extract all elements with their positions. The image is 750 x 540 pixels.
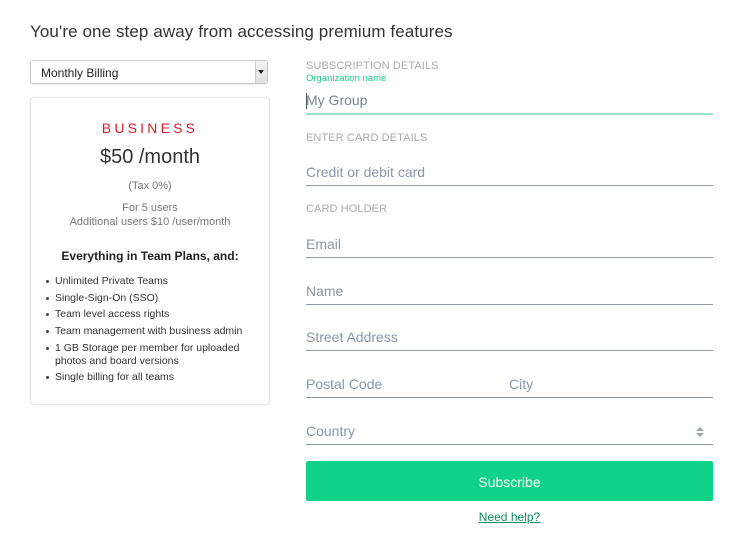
input-underline (306, 397, 713, 398)
plan-users: For 5 users Additional users $10 /user/m… (31, 201, 269, 229)
street-address-input[interactable]: Street Address (306, 329, 713, 351)
plan-price: $50 /month (99, 146, 201, 168)
postal-city-row: Postal Code City (306, 376, 713, 398)
need-help-link[interactable]: Need help? (479, 510, 540, 524)
organization-name-value: My Group (306, 92, 368, 108)
city-input[interactable]: City (509, 376, 713, 392)
bullet-icon (46, 330, 49, 334)
subscription-details-label: SUBSCRIPTION DETAILS (306, 60, 439, 72)
dropdown-arrow-button[interactable] (255, 61, 267, 83)
name-input[interactable]: Name (306, 283, 713, 305)
input-underline (306, 444, 713, 445)
country-select[interactable]: Country (306, 423, 713, 445)
bullet-icon (46, 346, 49, 350)
bullet-icon (46, 313, 49, 317)
card-holder-label: CARD HOLDER (306, 203, 388, 215)
features-heading: Everything in Team Plans, and: (61, 249, 239, 263)
page-title: You're one step away from accessing prem… (30, 22, 453, 41)
plan-name: BUSINESS (101, 120, 199, 136)
plan-users-included: For 5 users (122, 202, 178, 214)
plan-card: BUSINESS $50 /month (Tax 0%) For 5 users… (30, 97, 270, 405)
feature-item: Team level access rights (46, 308, 255, 321)
input-underline (306, 304, 713, 305)
feature-item: 1 GB Storage per member for uploaded pho… (46, 342, 255, 368)
subscribe-button[interactable]: Subscribe (306, 461, 713, 501)
organization-name-input[interactable]: My Group (306, 92, 713, 115)
input-underline (306, 257, 713, 258)
plan-users-additional: Additional users $10 /user/month (69, 216, 231, 228)
billing-period-select[interactable]: Monthly Billing (30, 60, 268, 84)
input-underline (306, 185, 713, 186)
plan-tax: (Tax 0%) (128, 180, 172, 192)
bullet-icon (46, 376, 49, 380)
help-link-container: Need help? (306, 510, 713, 524)
feature-list: Unlimited Private Teams Single-Sign-On (… (46, 275, 255, 388)
organization-name-label: Organization name (306, 73, 387, 84)
bullet-icon (46, 296, 49, 300)
up-down-arrows-icon (696, 427, 704, 439)
billing-period-value: Monthly Billing (41, 66, 119, 80)
card-number-input[interactable]: Credit or debit card (306, 164, 713, 186)
feature-item: Single billing for all teams (46, 371, 255, 384)
feature-item: Single-Sign-On (SSO) (46, 292, 255, 305)
postal-code-input[interactable]: Postal Code (306, 376, 501, 392)
caret-down-icon (258, 70, 264, 74)
email-input[interactable]: Email (306, 236, 713, 258)
bullet-icon (46, 280, 49, 283)
card-details-label: ENTER CARD DETAILS (306, 132, 428, 144)
feature-item: Unlimited Private Teams (46, 275, 255, 288)
input-underline (306, 113, 713, 115)
input-underline (306, 350, 713, 351)
feature-item: Team management with business admin (46, 325, 255, 338)
